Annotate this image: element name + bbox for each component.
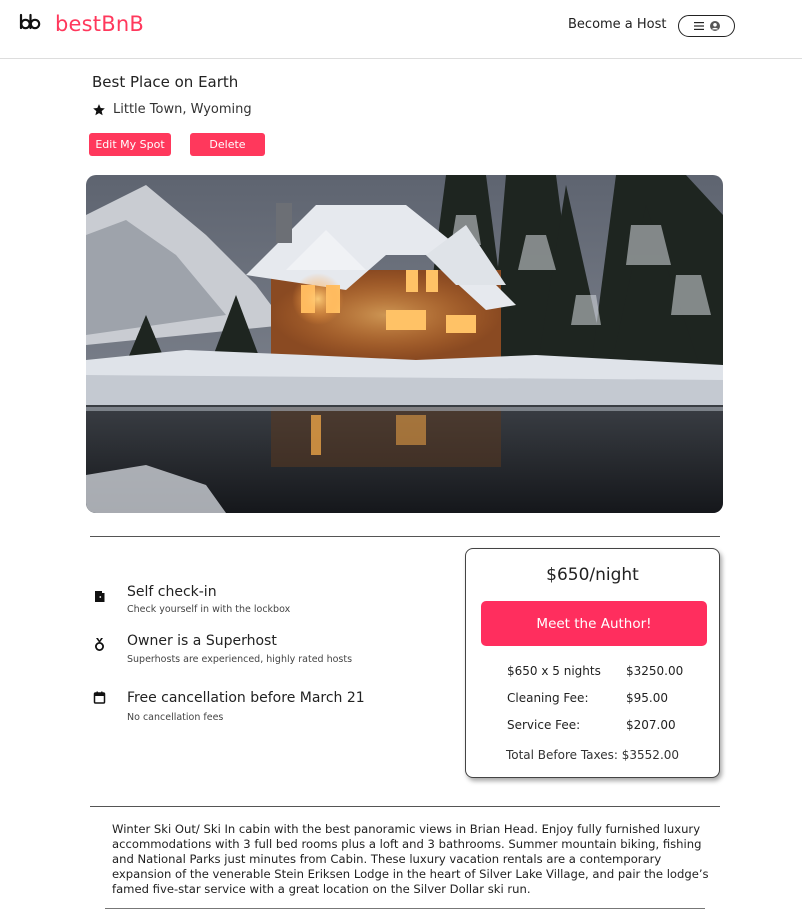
amenity-title: Free cancellation before March 21 [127,690,365,706]
star-icon [93,104,105,116]
become-host-link[interactable]: Become a Host [568,17,667,32]
profile-menu-button[interactable] [678,15,735,37]
meet-author-button[interactable]: Meet the Author! [481,601,707,646]
amenity-subtitle: Superhosts are experienced, highly rated… [127,654,353,665]
fee-value: $207.00 [626,718,676,732]
medal-icon [95,638,104,651]
door-icon [95,591,105,602]
spot-description: Winter Ski Out/ Ski In cabin with the be… [112,822,709,896]
section-divider [90,536,720,537]
amenity-title: Self check-in [127,584,217,600]
fee-value: $3250.00 [626,664,684,678]
amenity-title: Owner is a Superhost [127,633,277,649]
calendar-icon [93,691,106,704]
amenity-subtitle: Check yourself in with the lockbox [127,604,291,615]
spot-photo [86,175,723,513]
top-nav-bar: bestBnB Become a Host [0,0,802,59]
price-per-night: $650/night [546,565,639,585]
user-circle-icon [709,21,720,31]
fee-value: $95.00 [626,691,668,705]
fee-label: $650 x 5 nights [507,664,601,678]
fee-label: Service Fee: [507,718,581,732]
fee-label: Cleaning Fee: [507,691,589,705]
section-divider [90,806,720,807]
delete-spot-button[interactable]: Delete [190,133,265,156]
spot-location: Little Town, Wyoming [113,102,252,117]
booking-card: $650/night Meet the Author! $650 x 5 nig… [465,548,720,778]
hamburger-menu-icon [693,22,704,30]
spot-title: Best Place on Earth [92,73,239,91]
logo-text[interactable]: bestBnB [55,12,144,36]
section-divider [105,908,705,909]
amenity-subtitle: No cancellation fees [127,712,224,723]
edit-spot-button[interactable]: Edit My Spot [89,133,171,156]
logo-icon[interactable] [19,13,41,33]
total-before-taxes: Total Before Taxes: $3552.00 [505,748,680,762]
